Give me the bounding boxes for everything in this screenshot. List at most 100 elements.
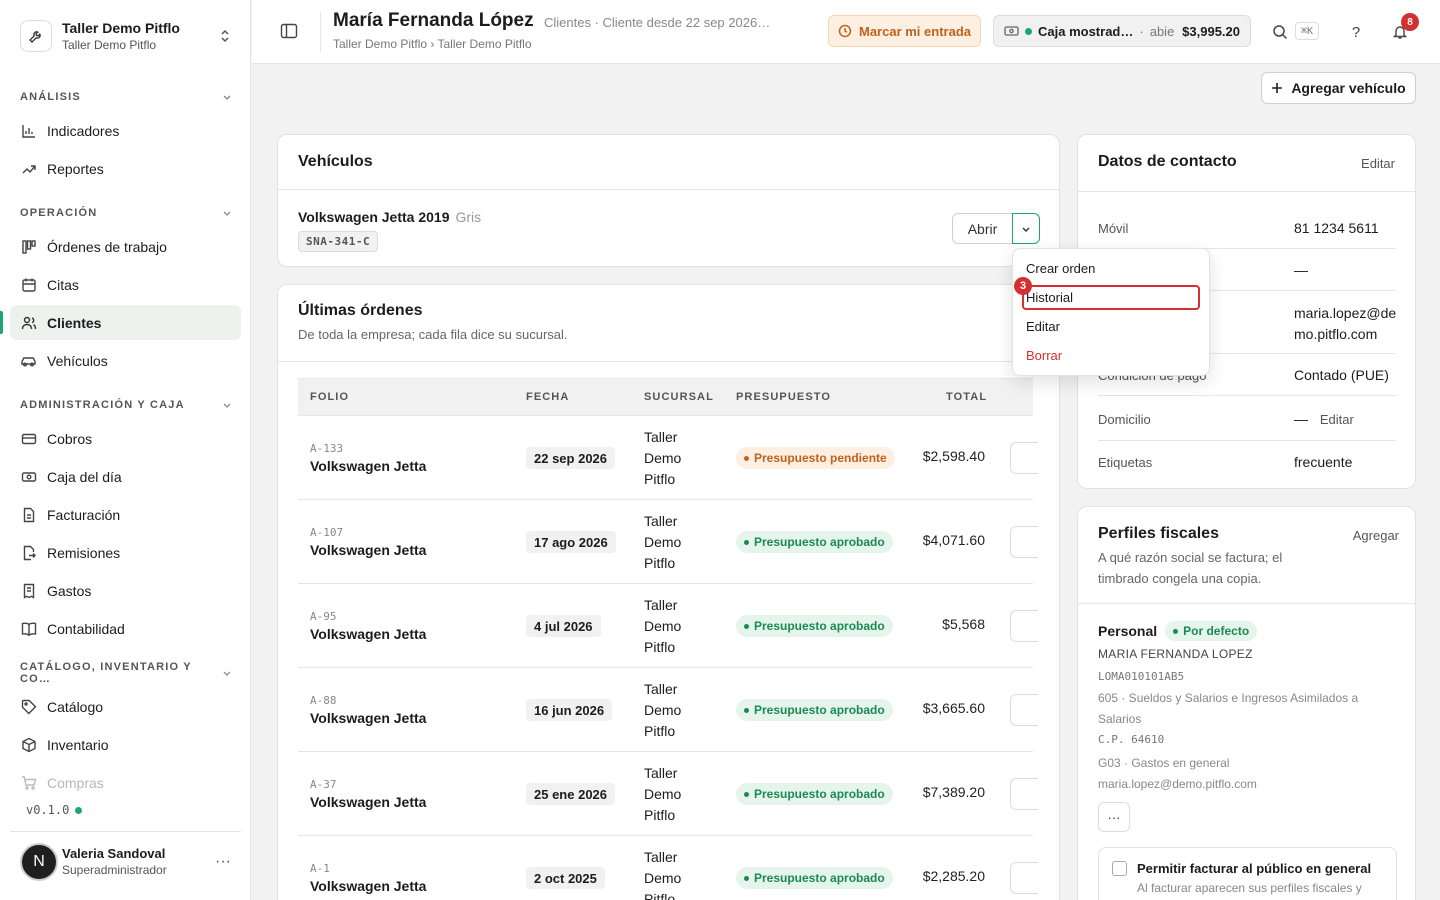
bar-chart-icon [20,122,37,139]
cash-sep: · [1139,23,1144,39]
search-icon[interactable] [1270,22,1290,42]
mobile-value[interactable]: 81 1234 5611 [1294,220,1379,236]
breadcrumb[interactable]: Taller Demo Pitflo › Taller Demo Pitflo [333,37,532,51]
document-icon [20,506,37,523]
menu-item-editar[interactable]: Editar [1026,319,1060,334]
section-title: OPERACIÓN [20,207,98,219]
section-title: CATÁLOGO, INVENTARIO Y CO… [20,661,192,685]
users-icon [20,314,37,331]
row-action-button[interactable] [1010,610,1038,642]
table-row[interactable]: A-37 Volkswagen Jetta 25 ene 2026 Taller De… [298,752,1038,836]
chevron-down-icon [1022,227,1030,232]
sidebar-item-clientes[interactable]: Clientes [0,305,241,340]
sidebar-item-gastos[interactable]: Gastos [10,573,241,608]
divider [1078,191,1415,192]
help-icon[interactable]: ? [1346,22,1366,42]
avatar: N [20,842,58,881]
row-action-button[interactable] [1010,526,1038,558]
org-switcher[interactable]: Taller Demo Pitflo Taller Demo Pitflo [10,10,241,62]
table-row[interactable]: A-95 Volkswagen Jetta 4 jul 2026 Taller Dem… [298,584,1038,668]
sidebar-item-label: Gastos [47,582,92,599]
vehicle-name: Volkswagen Jetta 2019 Gris [298,209,481,225]
order-branch: Taller Demo Pitflo [644,597,682,655]
sidebar-item-label: Citas [47,276,79,293]
book-icon [20,620,37,637]
budget-status-badge: Presupuesto aprobado [736,699,893,721]
chevron-down-icon [223,671,231,676]
user-menu[interactable]: N Valeria Sandoval Superadministrador ··… [10,831,241,891]
sidebar-item-cobros[interactable]: Cobros [10,421,241,456]
sidebar-item-indicadores[interactable]: Indicadores [10,113,241,148]
fiscal-title: Perfiles fiscales [1098,525,1219,542]
col-sucursal[interactable]: SUCURSAL [644,391,714,403]
chevron-down-icon [223,403,231,408]
row-action-button[interactable] [1010,862,1038,894]
clock-in-button[interactable]: Marcar mi entrada [828,15,981,47]
section-analisis[interactable]: ANÁLISIS [20,87,232,107]
table-row[interactable]: A-133 Volkswagen Jetta 22 sep 2026 Taller D… [298,416,1038,500]
fiscal-more-button[interactable]: ··· [1098,802,1130,832]
sidebar-toggle-icon[interactable] [280,22,300,42]
menu-item-borrar[interactable]: Borrar [1026,348,1062,363]
sidebar-item-label: Vehículos [47,352,108,369]
cash-register-selector[interactable]: Caja mostrad… · abie $3,995.20 [993,15,1251,47]
order-total: $2,285.20 [922,868,985,884]
col-total[interactable]: TOTAL [946,391,987,403]
sidebar-item-inventario[interactable]: Inventario [10,727,241,762]
org-branch: Taller Demo Pitflo [62,38,157,52]
edit-address-link[interactable]: Editar [1320,412,1354,427]
orders-title: Últimas órdenes [298,302,423,319]
section-administracion[interactable]: ADMINISTRACIÓN Y CAJA [20,395,232,415]
orders-subtitle: De toda la empresa; cada fila dice su su… [298,327,568,342]
public-invoice-desc: Al facturar aparecen sus perfiles fiscal… [1137,881,1362,895]
sidebar-item-catalogo[interactable]: Catálogo [10,689,241,724]
col-folio[interactable]: FOLIO [310,391,349,403]
cash-register-icon [20,468,37,485]
edit-contact-link[interactable]: Editar [1361,156,1395,171]
clock-in-label: Marcar mi entrada [859,23,971,39]
row-action-button[interactable] [1010,694,1038,726]
budget-status-label: Presupuesto pendiente [754,451,887,465]
sidebar-item-citas[interactable]: Citas [10,267,241,302]
add-vehicle-button[interactable]: Agregar vehículo [1261,72,1416,104]
open-vehicle-button[interactable]: Abrir [952,213,1013,244]
row-action-button[interactable] [1010,442,1038,474]
topbar: María Fernanda López Clientes · Cliente … [252,0,1440,64]
sidebar-item-remisiones[interactable]: Remisiones [10,535,241,570]
sidebar-item-reportes[interactable]: Reportes [10,151,241,186]
order-folio: A-107 [310,526,344,539]
add-fiscal-profile-link[interactable]: Agregar [1353,528,1399,543]
section-operacion[interactable]: OPERACIÓN [20,203,232,223]
order-branch: Taller Demo Pitflo [644,513,682,571]
cfdi-use: G03 · Gastos en general [1098,756,1230,770]
public-invoice-checkbox[interactable] [1112,861,1127,876]
table-row[interactable]: A-1 Volkswagen Jetta 2 oct 2025 Taller Demo… [298,836,1038,900]
orders-card: Últimas órdenes De toda la empresa; cada… [277,284,1060,900]
menu-item-crear-orden[interactable]: Crear orden [1026,261,1095,276]
order-folio: A-1 [310,862,330,875]
page-meta: Clientes · Cliente desde 22 sep 2026… [544,15,771,30]
sidebar-item-ordenes[interactable]: Órdenes de trabajo [10,229,241,264]
table-row[interactable]: A-107 Volkswagen Jetta 17 ago 2026 Taller D… [298,500,1038,584]
more-horizontal-icon[interactable]: ··· [215,853,231,871]
section-catalogo[interactable]: CATÁLOGO, INVENTARIO Y CO… [20,661,232,685]
sidebar-item-compras[interactable]: Compras [10,765,241,800]
cash-icon [1004,26,1019,36]
email-value[interactable]: maria.lopez@demo.pitflo.com [1294,303,1398,345]
col-fecha[interactable]: FECHA [526,391,569,403]
sidebar-item-vehiculos[interactable]: Vehículos [10,343,241,378]
vehicles-title: Vehículos [298,153,373,170]
col-presupuesto[interactable]: PRESUPUESTO [736,391,831,403]
sidebar-item-caja[interactable]: Caja del día [10,459,241,494]
sidebar-item-facturacion[interactable]: Facturación [10,497,241,532]
table-row[interactable]: A-88 Volkswagen Jetta 16 jun 2026 Taller De… [298,668,1038,752]
public-invoice-option: Permitir facturar al público en general … [1098,847,1397,900]
row-action-button[interactable] [1010,778,1038,810]
budget-status-label: Presupuesto aprobado [754,619,885,633]
sidebar-item-contabilidad[interactable]: Contabilidad [10,611,241,646]
tag-frecuente: frecuente [1294,454,1353,470]
order-total: $7,389.20 [922,784,985,800]
vehicle-actions-toggle[interactable] [1012,213,1040,244]
budget-status-label: Presupuesto aprobado [754,787,885,801]
tags-label: Etiquetas [1098,455,1153,470]
